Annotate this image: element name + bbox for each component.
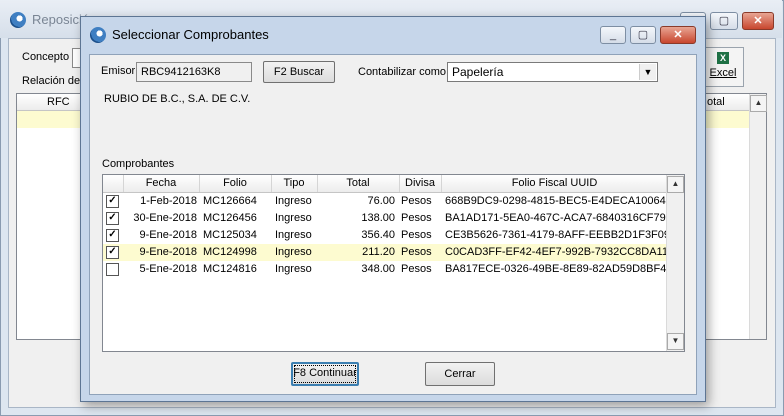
cell-divisa: Pesos — [401, 263, 432, 275]
dialog-minimize-button[interactable]: _ — [600, 26, 626, 44]
table-row[interactable]: ✓ 9-Ene-2018 MC125034 Ingreso 356.40 Pesos CE3… — [103, 227, 668, 244]
app-icon — [10, 12, 26, 28]
table-row[interactable]: 5-Ene-2018 MC124816 Ingreso 348.00 Pesos BA81… — [103, 261, 668, 278]
emisor-label: Emisor — [101, 65, 136, 77]
cell-divisa: Pesos — [401, 229, 432, 241]
cell-tipo: Ingreso — [275, 263, 312, 275]
grid-scrollbar[interactable]: ▲ ▼ — [666, 175, 684, 351]
contabilizar-value: Papelería — [452, 65, 504, 79]
excel-button[interactable]: X Excel — [702, 47, 744, 87]
column-header[interactable]: Folio — [199, 175, 272, 192]
cell-uuid: CE3B5626-7361-4179-8AFF-EEBB2D1F3F09 — [445, 229, 668, 241]
check-column-header — [103, 175, 124, 192]
select-comprobantes-dialog: Seleccionar Comprobantes _ ▢ ✕ Emisor RB… — [80, 16, 706, 402]
cell-total: 211.20 — [362, 246, 395, 258]
scroll-up-icon[interactable]: ▲ — [667, 176, 684, 193]
table-row[interactable]: ✓ 1-Feb-2018 MC126664 Ingreso 76.00 Pesos 668B… — [103, 193, 668, 210]
row-checkbox[interactable]: ✓ — [106, 212, 119, 225]
continuar-button[interactable]: F8 Continuar — [291, 362, 359, 386]
row-checkbox[interactable]: ✓ — [106, 229, 119, 242]
column-header[interactable]: Total — [317, 175, 400, 192]
cell-uuid: BA1AD171-5EA0-467C-ACA7-6840316CF796 — [445, 212, 668, 224]
dialog-title: Seleccionar Comprobantes — [112, 27, 269, 42]
cell-tipo: Ingreso — [275, 212, 312, 224]
cell-fecha: 1-Feb-2018 — [140, 195, 197, 207]
cell-tipo: Ingreso — [275, 246, 312, 258]
cell-total: 348.00 — [361, 263, 395, 275]
excel-icon: X — [717, 52, 729, 64]
row-checkbox[interactable]: ✓ — [106, 246, 119, 259]
cell-folio: MC124998 — [203, 246, 257, 258]
scroll-down-icon[interactable]: ▼ — [667, 333, 684, 350]
cell-folio: MC126456 — [203, 212, 257, 224]
cell-folio: MC124816 — [203, 263, 257, 275]
column-header[interactable]: Divisa — [399, 175, 442, 192]
contabilizar-label: Contabilizar como — [358, 66, 447, 78]
cell-total: 356.40 — [361, 229, 395, 241]
cell-fecha: 9-Ene-2018 — [139, 246, 198, 258]
cell-divisa: Pesos — [401, 212, 432, 224]
dialog-close-button[interactable]: ✕ — [660, 26, 696, 44]
table-row[interactable]: ✓ 30-Ene-2018 MC126456 Ingreso 138.00 Pesos BA… — [103, 210, 668, 227]
concepto-label: Concepto — [22, 51, 70, 63]
cell-uuid: BA817ECE-0326-49BE-8E89-82AD59D8BF42 — [445, 263, 668, 275]
cell-divisa: Pesos — [401, 246, 432, 258]
contabilizar-select[interactable]: Papelería ▼ — [447, 62, 658, 82]
parent-table-scrollbar[interactable]: ▲ — [749, 94, 767, 339]
parent-close-button[interactable]: ✕ — [742, 12, 774, 30]
column-header[interactable]: Tipo — [271, 175, 318, 192]
cerrar-button[interactable]: Cerrar — [425, 362, 495, 386]
emisor-name: RUBIO DE B.C., S.A. DE C.V. — [104, 93, 251, 105]
relacion-label: Relación de — [22, 75, 81, 87]
cell-folio: MC125034 — [203, 229, 257, 241]
comprobantes-label: Comprobantes — [102, 158, 175, 170]
cell-fecha: 9-Ene-2018 — [139, 229, 198, 241]
total-column-header: otal — [707, 96, 725, 108]
comprobantes-grid[interactable]: Fecha Folio Tipo Total Divisa Folio Fisc… — [102, 174, 685, 352]
cell-fecha: 5-Ene-2018 — [139, 263, 198, 275]
scroll-up-icon[interactable]: ▲ — [750, 95, 767, 112]
column-header[interactable]: Folio Fiscal UUID — [441, 175, 668, 192]
cell-tipo: Ingreso — [275, 195, 312, 207]
column-header[interactable]: Fecha — [123, 175, 200, 192]
row-checkbox[interactable]: ✓ — [106, 195, 119, 208]
rfc-column-header: RFC — [47, 96, 70, 108]
dialog-app-icon — [90, 27, 106, 43]
chevron-down-icon[interactable]: ▼ — [639, 64, 656, 80]
dialog-maximize-button[interactable]: ▢ — [630, 26, 656, 44]
buscar-button[interactable]: F2 Buscar — [263, 61, 335, 83]
grid-header: Fecha Folio Tipo Total Divisa Folio Fisc… — [103, 175, 668, 193]
cell-divisa: Pesos — [401, 195, 432, 207]
emisor-rfc-field[interactable]: RBC9412163K8 — [136, 62, 252, 82]
row-checkbox[interactable] — [106, 263, 119, 276]
excel-button-label: Excel — [709, 67, 737, 79]
cell-uuid: C0CAD3FF-EF42-4EF7-992B-7932CC8DA11B — [445, 246, 668, 258]
cell-tipo: Ingreso — [275, 229, 312, 241]
cell-uuid: 668B9DC9-0298-4815-BEC5-E4DECA10064B — [445, 195, 668, 207]
cell-fecha: 30-Ene-2018 — [133, 212, 197, 224]
cell-total: 76.00 — [367, 195, 395, 207]
table-row[interactable]: ✓ 9-Ene-2018 MC124998 Ingreso 211.20 Pesos C0C… — [103, 244, 668, 261]
cell-total: 138.00 — [361, 212, 395, 224]
parent-maximize-button[interactable]: ▢ — [710, 12, 738, 30]
cell-folio: MC126664 — [203, 195, 257, 207]
